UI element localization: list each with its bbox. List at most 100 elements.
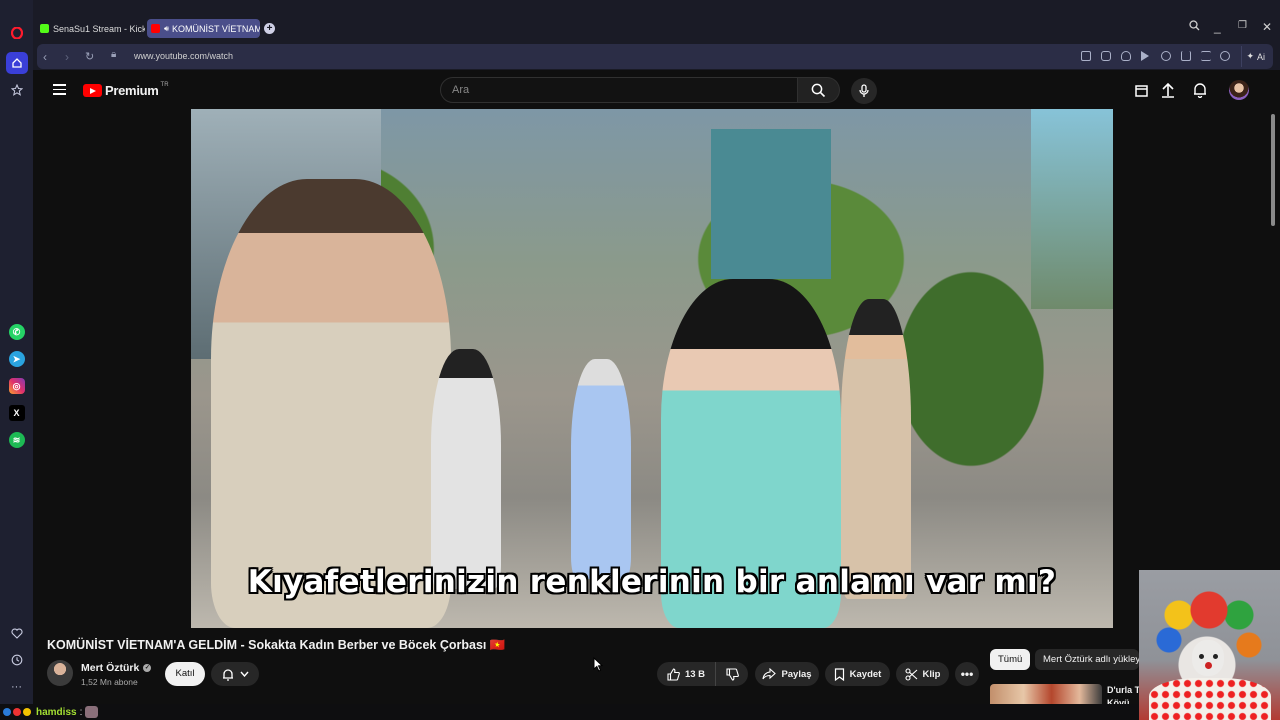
bookmark-icon <box>834 667 844 681</box>
opera-logo-icon[interactable] <box>6 22 28 44</box>
more-horizontal-icon: ••• <box>960 667 974 681</box>
history-clock-icon[interactable] <box>6 649 28 671</box>
youtube-favicon-icon <box>151 24 160 33</box>
video-player[interactable]: Kıyafetlerinizin renklerinin bir anlamı … <box>191 109 1113 628</box>
cat-emote-icon <box>85 706 99 718</box>
close-icon[interactable]: ✕ <box>1262 20 1272 34</box>
whatsapp-icon[interactable]: ✆ <box>8 324 25 340</box>
clown-nose <box>1205 662 1212 669</box>
clown-face <box>1192 640 1224 676</box>
youtube-masthead: Premium TR Ara <box>33 70 1280 110</box>
search-button[interactable] <box>798 77 840 103</box>
channel-avatar[interactable] <box>47 660 73 686</box>
youtube-play-icon <box>83 84 102 97</box>
tab-youtube-video[interactable]: 🔊︎ KOMÜNİST VİETNAM' <box>147 19 260 38</box>
microphone-icon <box>859 84 869 97</box>
forward-icon[interactable]: › <box>65 50 69 64</box>
back-icon[interactable]: ‹ <box>43 50 47 64</box>
clip-label: Klip <box>922 668 941 680</box>
shield-icon[interactable] <box>1121 51 1131 61</box>
like-button[interactable]: 13 B <box>657 662 715 686</box>
clown-eye <box>1213 654 1218 659</box>
chevron-down-icon <box>239 671 249 677</box>
tab-search-icon[interactable] <box>1189 20 1200 34</box>
recommendation-title-line: D'urla T <box>1107 685 1139 695</box>
bell-icon <box>222 668 233 681</box>
download-icon[interactable] <box>1181 51 1191 61</box>
profile-icon[interactable] <box>1220 51 1230 61</box>
chat-badge-icon <box>13 708 21 716</box>
tab-kick-stream[interactable]: SenaSu1 Stream - Kick Da <box>36 19 145 38</box>
heart-icon[interactable] <box>6 622 28 644</box>
voice-search-button[interactable] <box>851 78 877 104</box>
new-tab-plus-icon[interactable]: + <box>264 23 275 34</box>
video-person-background <box>841 299 911 599</box>
screen: ✆ ➤ ◎ X ≋ ··· SenaSu1 Stream - Kick Da 🔊… <box>0 0 1280 720</box>
menu-lines-icon[interactable] <box>1201 51 1211 61</box>
url-input[interactable]: www.youtube.com/watch <box>134 51 233 61</box>
channel-name[interactable]: Mert Öztürk <box>81 662 139 674</box>
telegram-icon[interactable]: ➤ <box>8 351 25 367</box>
spotify-icon[interactable]: ≋ <box>8 432 25 448</box>
speaker-icon[interactable]: 🔊︎ <box>164 24 169 34</box>
clown-eye <box>1199 654 1204 659</box>
create-clapper-icon[interactable] <box>1132 81 1150 99</box>
minimize-icon[interactable]: _ <box>1214 20 1221 34</box>
chat-separator: : <box>79 706 83 718</box>
thumbs-down-icon <box>725 667 739 681</box>
notifications-bell-icon[interactable] <box>1191 81 1209 99</box>
clip-button[interactable]: Klip <box>896 662 949 686</box>
video-person-background <box>431 349 501 589</box>
recommendation-thumbnail[interactable] <box>990 684 1102 704</box>
youtube-brand: Premium <box>105 83 159 98</box>
youtube-logo[interactable]: Premium TR <box>83 81 169 98</box>
ai-button[interactable]: ✦ Ai <box>1241 46 1269 67</box>
lock-icon[interactable]: 🔒︎ <box>111 49 116 60</box>
reload-icon[interactable]: ↻ <box>85 50 94 63</box>
tab-bar: SenaSu1 Stream - Kick Da 🔊︎ KOMÜNİST VİE… <box>33 0 1280 43</box>
player-icon[interactable] <box>1141 51 1149 61</box>
search-input[interactable]: Ara <box>440 77 798 103</box>
video-scene-building <box>711 129 831 279</box>
like-count: 13 B <box>684 668 706 680</box>
share-label: Paylaş <box>781 668 812 680</box>
save-label: Kaydet <box>849 668 882 680</box>
scissors-icon <box>904 667 917 681</box>
favorite-heart-icon[interactable] <box>1161 51 1171 61</box>
more-actions-button[interactable]: ••• <box>955 662 979 686</box>
thumbs-up-icon <box>667 667 680 681</box>
dislike-button[interactable] <box>715 662 748 686</box>
account-avatar[interactable] <box>1229 80 1249 100</box>
chip-all[interactable]: Tümü <box>990 649 1031 670</box>
edit-icon[interactable] <box>1081 51 1091 61</box>
address-field: ‹ › ↻ 🔒︎ www.youtube.com/watch ✦ Ai <box>37 44 1273 69</box>
video-title: KOMÜNİST VİETNAM'A GELDİM - Sokakta Kadı… <box>47 638 506 652</box>
upload-icon[interactable] <box>1159 81 1177 99</box>
page-scrollbar[interactable] <box>1271 114 1275 226</box>
save-button[interactable]: Kaydet <box>825 662 890 686</box>
clown-collar <box>1149 678 1271 720</box>
opera-sidebar: ✆ ➤ ◎ X ≋ ··· <box>0 0 33 704</box>
verified-check-icon: ✓ <box>143 664 152 672</box>
search-icon <box>811 83 826 97</box>
guide-menu-icon[interactable] <box>53 84 66 95</box>
video-person-left <box>211 179 451 628</box>
camera-icon[interactable] <box>1101 51 1111 61</box>
more-dots-icon[interactable]: ··· <box>6 676 28 698</box>
share-arrow-icon <box>762 668 777 680</box>
share-button[interactable]: Paylaş <box>755 662 819 686</box>
ai-icon: ✦ <box>1246 51 1254 61</box>
region-code: TR <box>160 81 169 88</box>
x-icon[interactable]: X <box>8 405 25 421</box>
ai-label: Ai <box>1256 51 1265 62</box>
instagram-icon[interactable]: ◎ <box>8 378 25 394</box>
chip-from-uploader[interactable]: Mert Öztürk adlı yükleyici <box>1035 649 1139 670</box>
join-button[interactable]: Katıl <box>165 662 205 686</box>
channel-name-row[interactable]: Mert Öztürk ✓ <box>81 662 152 674</box>
subscriber-count: 1,52 Mn abone <box>81 677 138 687</box>
tab-label: KOMÜNİST VİETNAM' <box>172 23 260 34</box>
restore-icon[interactable]: ❐ <box>1238 20 1247 31</box>
subscribed-bell-button[interactable] <box>211 662 259 686</box>
star-icon[interactable] <box>6 79 28 101</box>
home-icon[interactable] <box>5 52 28 74</box>
